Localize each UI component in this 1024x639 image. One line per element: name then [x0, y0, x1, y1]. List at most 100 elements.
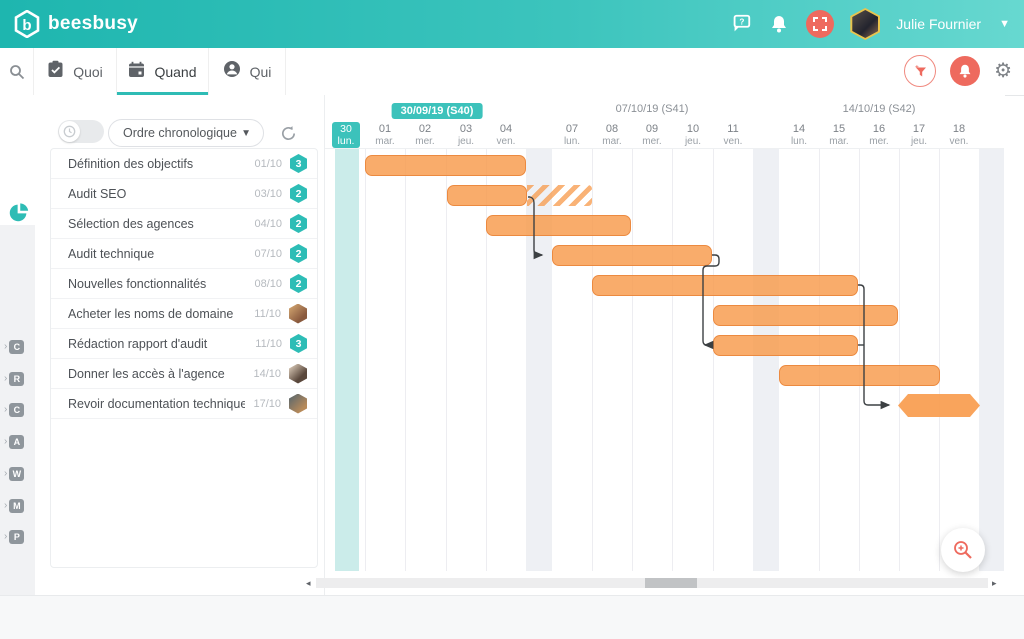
assignee-avatar[interactable] [289, 394, 307, 414]
day-gridline [939, 149, 940, 571]
task-row[interactable]: Audit SEO03/102 [51, 179, 317, 209]
gantt-horizontal-scrollbar[interactable] [316, 578, 988, 588]
day-header: 15mar. [819, 123, 859, 147]
alerts-bell-button[interactable] [950, 56, 980, 86]
expand-chevron-icon[interactable]: › [4, 501, 7, 511]
expand-chevron-icon[interactable]: › [4, 405, 7, 415]
gantt-bar[interactable] [779, 365, 940, 386]
assignee-count-badge[interactable]: 2 [290, 274, 307, 293]
assignee-count-badge[interactable]: 2 [290, 184, 307, 203]
rail-project-r-1[interactable]: ›R [4, 372, 34, 386]
assignee-avatar[interactable] [289, 364, 307, 384]
rail-project-c-0[interactable]: ›C [4, 340, 34, 354]
rail-project-p-6[interactable]: ›P [4, 530, 34, 544]
assignee-avatar[interactable] [289, 304, 307, 324]
task-due-date: 01/10 [254, 158, 282, 170]
gantt-bar[interactable] [713, 335, 858, 356]
day-header: 07lun. [552, 123, 592, 147]
weekend-band [526, 149, 552, 571]
gantt-bar[interactable] [486, 215, 631, 236]
task-due-date: 17/10 [253, 398, 281, 410]
expand-chevron-icon[interactable]: › [4, 532, 7, 542]
refresh-button[interactable] [274, 119, 302, 147]
task-row[interactable]: Revoir documentation technique 17/10 [51, 389, 317, 419]
add-filter-button[interactable]: + [904, 55, 936, 87]
view-tab-bar: Quoi Quand Qui + ⚙ [0, 48, 1024, 96]
project-letter-badge[interactable]: A [9, 435, 24, 449]
settings-gear-icon[interactable]: ⚙ [994, 61, 1012, 81]
rail-project-m-5[interactable]: ›M [4, 499, 34, 513]
gantt-bar[interactable] [713, 305, 898, 326]
task-row[interactable]: Définition des objectifs 01/10 3 [51, 149, 317, 179]
assignee-count-badge[interactable]: 3 [290, 154, 307, 173]
bottom-bar: › Nouvelle tâche + Projet du : 01/10/201… [0, 595, 1024, 639]
task-name: Définition des objectifs [68, 157, 246, 171]
rail-project-w-4[interactable]: ›W [4, 467, 34, 481]
task-due-date: 07/10 [254, 248, 282, 260]
day-gridline [859, 149, 860, 571]
svg-text:b: b [22, 17, 31, 34]
help-chat-icon[interactable]: ? [730, 13, 752, 35]
tab-label: Quand [154, 64, 196, 80]
user-menu-chevron-icon[interactable]: ▼ [999, 18, 1010, 30]
task-row[interactable]: Donner les accès à l'agence14/10 [51, 359, 317, 389]
day-gridline [592, 149, 593, 571]
project-letter-badge[interactable]: R [9, 372, 24, 386]
assignee-count-badge[interactable]: 2 [290, 214, 307, 233]
day-gridline [446, 149, 447, 571]
gantt-bar[interactable] [592, 275, 858, 296]
expand-chevron-icon[interactable]: › [4, 374, 7, 384]
day-header: 04ven. [486, 123, 526, 147]
user-avatar[interactable] [850, 8, 880, 40]
task-row[interactable]: Nouvelles fonctionnalités08/102 [51, 269, 317, 299]
gantt-bar[interactable] [552, 245, 712, 266]
project-letter-badge[interactable]: C [9, 403, 24, 417]
expand-chevron-icon[interactable]: › [4, 437, 7, 447]
assignee-count-badge[interactable]: 3 [290, 334, 307, 353]
project-letter-badge[interactable]: W [9, 467, 24, 481]
day-gridline [713, 149, 714, 571]
fullscreen-button[interactable] [806, 10, 834, 38]
task-list: Définition des objectifs 01/10 3 Audit SEO0… [50, 148, 318, 568]
expand-chevron-icon[interactable]: › [4, 342, 7, 352]
scroll-right-arrow[interactable]: ▸ [992, 577, 997, 589]
gantt-chart [325, 148, 1004, 571]
project-letter-badge[interactable]: M [9, 499, 24, 513]
day-header: 08mar. [592, 123, 632, 147]
scroll-left-arrow[interactable]: ◂ [306, 577, 311, 589]
task-due-date: 11/10 [254, 308, 281, 320]
day-header: 02mer. [405, 123, 445, 147]
gantt-bar[interactable] [527, 185, 592, 206]
sort-order-select[interactable]: Ordre chronologique ▼ [108, 119, 264, 147]
task-name: Donner les accès à l'agence [68, 367, 245, 381]
project-letter-badge[interactable]: C [9, 340, 24, 354]
rail-project-c-2[interactable]: ›C [4, 403, 34, 417]
dashboard-pie-icon[interactable] [0, 202, 36, 223]
project-letter-badge[interactable]: P [9, 530, 24, 544]
brand-logo[interactable]: b beesbusy [14, 10, 138, 38]
task-row[interactable]: Sélection des agences04/102 [51, 209, 317, 239]
rail-project-a-3[interactable]: ›A [4, 435, 34, 449]
chronology-toggle[interactable] [58, 120, 104, 143]
task-due-date: 08/10 [254, 278, 282, 290]
task-row[interactable]: Rédaction rapport d'audit11/103 [51, 329, 317, 359]
gantt-bar[interactable] [898, 394, 980, 417]
gantt-bar[interactable] [447, 185, 527, 206]
tab-qui[interactable]: Qui [209, 48, 286, 95]
svg-text:?: ? [740, 17, 745, 26]
expand-chevron-icon[interactable]: › [4, 469, 7, 479]
zoom-in-button[interactable] [941, 528, 985, 572]
task-name: Revoir documentation technique [68, 397, 245, 411]
day-header: 01mar. [365, 123, 405, 147]
search-button[interactable] [0, 48, 34, 95]
notifications-bell-icon[interactable] [768, 13, 790, 35]
scrollbar-thumb[interactable] [645, 578, 697, 588]
task-name: Rédaction rapport d'audit [68, 337, 247, 351]
user-name[interactable]: Julie Fournier [896, 16, 981, 32]
gantt-bar[interactable] [365, 155, 526, 176]
task-row[interactable]: Audit technique07/102 [51, 239, 317, 269]
tab-quoi[interactable]: Quoi [34, 48, 117, 95]
assignee-count-badge[interactable]: 2 [290, 244, 307, 263]
tab-quand[interactable]: Quand [117, 48, 209, 95]
task-row[interactable]: Acheter les noms de domaine11/10 [51, 299, 317, 329]
